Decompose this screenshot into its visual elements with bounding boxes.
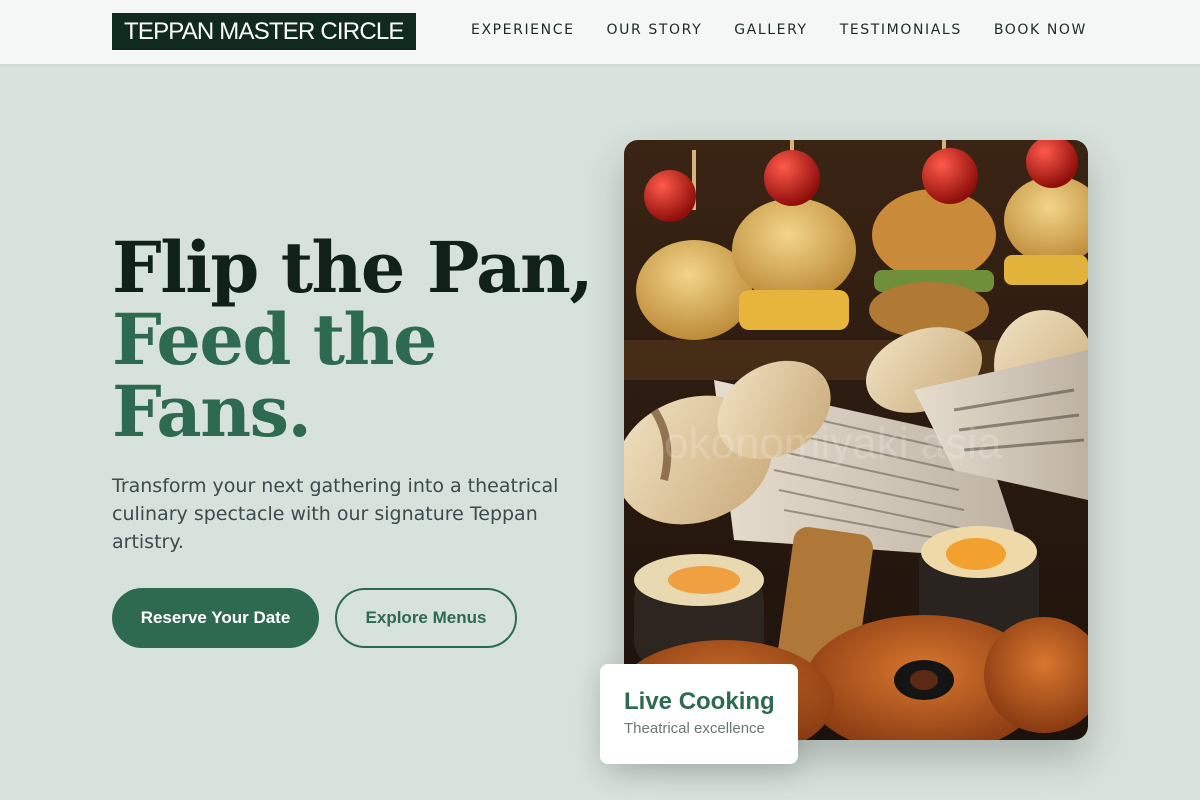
nav-link-book-now[interactable]: BOOK NOW — [994, 22, 1087, 38]
live-cooking-subtitle: Theatrical excellence — [624, 720, 765, 737]
hero-subtitle: Transform your next gathering into a the… — [112, 475, 559, 553]
nav-link-gallery[interactable]: GALLERY — [734, 22, 807, 38]
headline-line-3: Fans. — [112, 370, 312, 453]
headline-line-1: Flip the Pan, — [112, 226, 594, 309]
nav-link-our-story[interactable]: OUR STORY — [607, 22, 703, 38]
brand-logo[interactable]: TEPPAN MASTER CIRCLE — [112, 13, 416, 50]
hero-headline: Flip the Pan, Feed the Fans. — [112, 226, 594, 453]
explore-menus-button[interactable]: Explore Menus — [335, 588, 517, 648]
site-header: TEPPAN MASTER CIRCLE EXPERIENCE OUR STOR… — [0, 0, 1200, 64]
reserve-date-button[interactable]: Reserve Your Date — [112, 588, 319, 648]
hero-food-image: okonomiyaki asia — [624, 140, 1088, 740]
headline-line-2: Feed the — [112, 298, 438, 381]
main-nav: EXPERIENCE OUR STORY GALLERY TESTIMONIAL… — [471, 22, 1087, 38]
nav-link-testimonials[interactable]: TESTIMONIALS — [840, 22, 962, 38]
image-watermark: okonomiyaki asia — [664, 419, 1002, 468]
live-cooking-card: Live Cooking Theatrical excellence — [600, 664, 798, 764]
nav-link-experience[interactable]: EXPERIENCE — [471, 22, 575, 38]
live-cooking-title: Live Cooking — [624, 688, 775, 715]
